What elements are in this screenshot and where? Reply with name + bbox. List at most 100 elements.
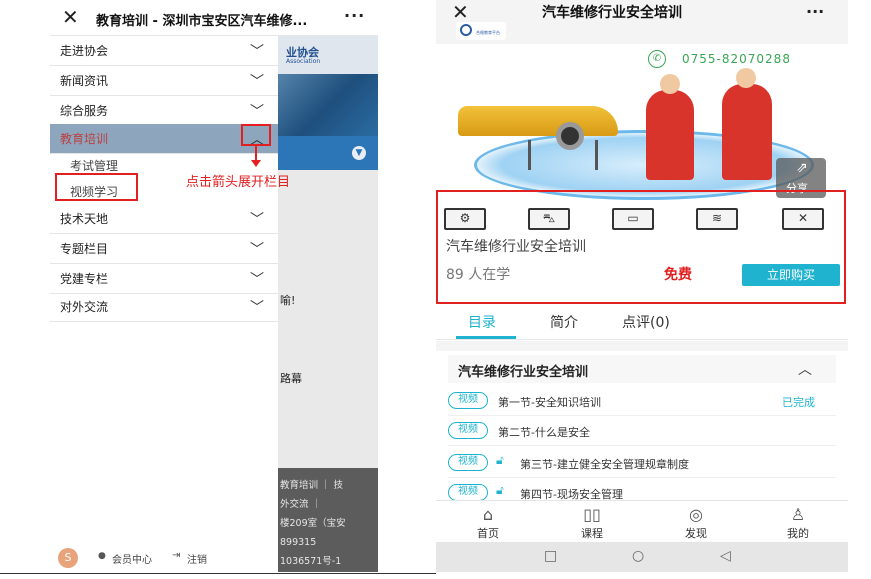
footer-line: 楼209室（宝安 [280,518,346,529]
bottom-navigation: ⌂ 首页 ▯▯ 课程 ◎ 发现 ♙ 我的 [436,500,848,542]
chevron-up-icon[interactable]: ︿ [798,359,812,379]
lesson-status: 已完成 [782,396,815,409]
banner-car [458,106,618,136]
footer-line: 1036571号-1 [280,556,342,567]
menu-item-label: 技术天地 [60,212,109,226]
nav-courses[interactable]: ▯▯ 课程 [562,505,622,541]
lesson-title: 第三节-建立健全安全管理规章制度 [520,458,689,471]
chapter-header[interactable]: 汽车维修行业安全培训 ︿ [448,355,836,383]
battery-icon[interactable]: ▭ [612,208,654,230]
nav-mine[interactable]: ♙ 我的 [768,505,828,541]
nav-label: 发现 [685,527,707,540]
footer-line: 教育培训 ｜ 技 [280,480,344,491]
menu-item-exchange[interactable]: 对外交流 ﹀ [50,292,278,322]
menu-item-topics[interactable]: 专题栏目 ﹀ [50,234,278,264]
tire-icon[interactable]: ≋ [696,208,738,230]
platform-logo: 合格教育平台 [456,22,506,40]
user-icon: ♙ [790,505,806,524]
footer-line: 899315 [280,537,317,548]
logo-mark-icon [460,24,472,36]
tab-catalog[interactable]: 目录 [468,312,496,332]
logout-link[interactable]: 注销 [187,551,207,566]
side-menu: 走进协会 ﹀ 新闻资讯 ﹀ 综合服务 ﹀ 教育培训 ︿ 考试管理 视频学习 技术… [50,36,278,572]
chevron-down-icon[interactable]: ﹀ [250,41,264,61]
left-phone-screen: 业协会 Association ▼ 喻! 路幕 教育培训 ｜ 技 外交流 ｜ 楼… [50,0,378,572]
member-center-link[interactable]: 会员中心 [112,551,152,566]
course-title: 汽车维修行业安全培训 [446,239,586,255]
back-icon[interactable]: ◁ [720,548,731,564]
close-icon[interactable]: ✕ [452,0,469,24]
buy-now-button[interactable]: 立即购买 [742,264,840,286]
chevron-down-icon[interactable]: ﹀ [250,297,264,317]
logo-text: 合格教育平台 [476,30,500,35]
annotation-highlight-box [241,124,271,146]
more-icon[interactable]: ··· [344,6,365,25]
page-title: 汽车维修行业安全培训 [542,5,682,21]
car-icon[interactable]: ⛍ [528,208,570,230]
avatar[interactable]: S [58,548,78,568]
share-icon: ⇗ [796,160,808,176]
book-icon: ▯▯ [583,505,601,524]
recent-apps-icon[interactable]: □ [544,548,557,564]
banner-lift [528,140,598,170]
engine-icon[interactable]: ⚙ [444,208,486,230]
lesson-title: 第二节-什么是安全 [498,426,590,439]
chevron-down-icon[interactable]: ﹀ [250,209,264,229]
home-circle-icon[interactable]: ○ [632,548,644,564]
close-icon[interactable]: ✕ [62,5,79,29]
course-tabs: 目录 简介 点评(0) [436,304,848,340]
menu-item-label: 新闻资讯 [60,74,109,88]
video-badge: 视频 [448,422,488,439]
menu-item-party[interactable]: 党建专栏 ﹀ [50,264,278,294]
chevron-down-icon[interactable]: ﹀ [250,71,264,91]
video-badge: 视频 [448,484,488,501]
nav-label: 我的 [787,527,809,540]
annotation-text: 点击箭头展开栏目 [186,175,291,190]
menu-item-services[interactable]: 综合服务 ﹀ [50,96,278,126]
menu-item-tech[interactable]: 技术天地 ﹀ [50,204,278,234]
chevron-down-icon[interactable]: ﹀ [250,239,264,259]
background-footer: 教育培训 ｜ 技 外交流 ｜ 楼209室（宝安 899315 1036571号-… [278,468,378,572]
menu-item-news[interactable]: 新闻资讯 ﹀ [50,66,278,96]
lesson-item[interactable]: 视频 第一节-安全知识培训 已完成 [448,386,836,416]
compass-icon: ◎ [689,505,703,524]
video-badge: 视频 [448,454,488,471]
lock-icon: 🔓︎ [496,483,504,497]
lesson-item[interactable]: 视频 第二节-什么是安全 [448,416,836,446]
tab-intro[interactable]: 简介 [550,312,578,332]
nav-discover[interactable]: ◎ 发现 [666,505,726,541]
lock-icon: 🔓︎ [496,453,504,467]
section-divider [436,341,848,351]
right-header: ✕ 汽车维修行业安全培训 ··· 合格教育平台 [436,0,848,44]
right-phone-screen: ✕ 汽车维修行业安全培训 ··· 合格教育平台 ✆ 0755-82070288 … [436,0,848,572]
menu-item-label: 对外交流 [60,300,109,314]
banner-mechanic [722,68,772,180]
person-icon: ● [98,551,106,561]
left-header: ✕ 教育培训 - 深圳市宝安区汽车维修... ··· [50,0,378,36]
background-page: 业协会 Association ▼ 喻! 路幕 教育培训 ｜ 技 外交流 ｜ 楼… [278,36,378,572]
annotation-arrow-head [251,160,261,167]
more-icon[interactable]: ··· [806,2,824,21]
background-logo-subtext: Association [286,58,321,65]
lesson-item[interactable]: 视频 🔓︎ 第三节-建立健全安全管理规章制度 [448,448,836,478]
logout-icon: ⇥ [172,550,181,561]
banner-mechanic-head [736,68,756,88]
footer-line: 外交流 ｜ [280,499,322,510]
menu-item-about[interactable]: 走进协会 ﹀ [50,36,278,66]
chevron-down-icon: ▼ [352,146,366,160]
phone-number[interactable]: 0755-82070288 [682,52,791,66]
banner-mechanic [646,74,694,180]
nav-label: 首页 [477,527,499,540]
divider [0,573,436,574]
learner-count: 89 人在学 [446,267,511,283]
tab-reviews[interactable]: 点评(0) [622,312,670,332]
course-price: 免费 [664,267,692,283]
chevron-down-icon[interactable]: ﹀ [250,269,264,289]
annotation-highlight-box [55,173,138,201]
tab-active-indicator [456,336,516,339]
chevron-down-icon[interactable]: ﹀ [250,101,264,121]
course-info-panel: ⚙ ⛍ ▭ ≋ ✕ 汽车维修行业安全培训 89 人在学 免费 立即购买 [436,190,846,304]
phone-icon: ✆ [648,50,666,68]
nav-home[interactable]: ⌂ 首页 [458,505,518,541]
tools-icon[interactable]: ✕ [782,208,824,230]
